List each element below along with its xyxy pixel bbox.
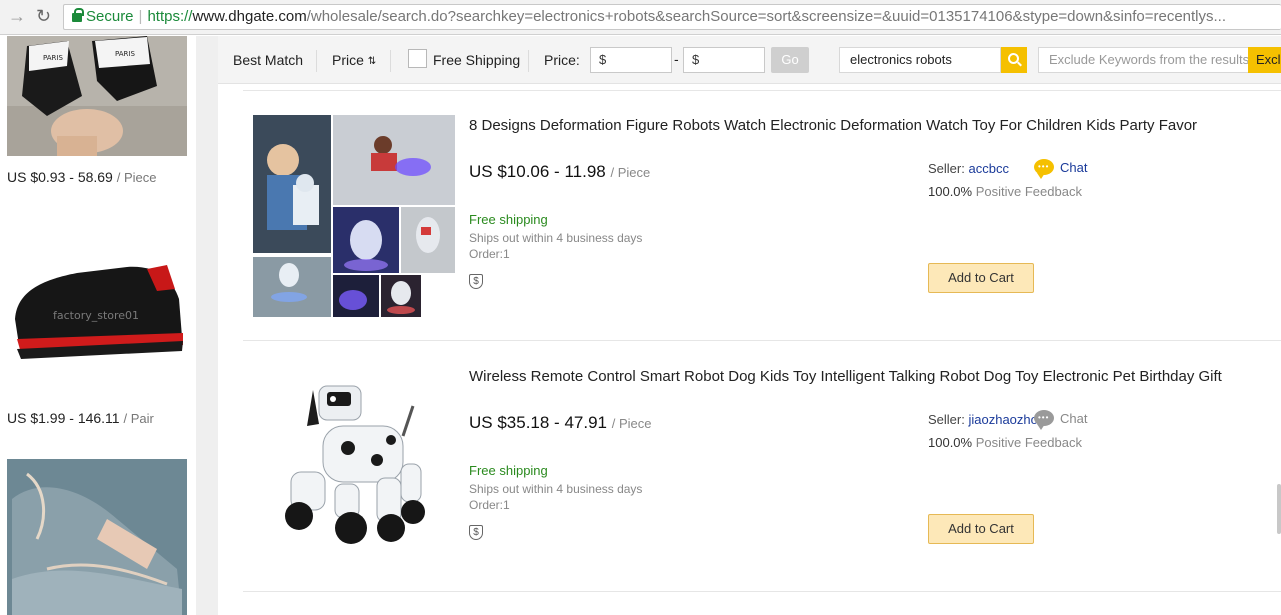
chat-dots: ••• (1038, 162, 1050, 171)
free-shipping-label: Free Shipping (433, 52, 521, 68)
result-divider (243, 90, 1281, 91)
search-button[interactable] (1001, 47, 1027, 73)
go-button[interactable]: Go (771, 47, 809, 73)
url-separator: | (138, 8, 143, 25)
price-min-input[interactable]: $ (590, 47, 672, 73)
seller-label: Seller: (928, 161, 965, 176)
exclude-keywords-input[interactable]: Exclude Keywords from the results (1038, 47, 1250, 73)
address-bar[interactable]: Secure | https://www.dhgate.com/wholesale/… (63, 4, 1281, 30)
search-icon-handle (1017, 61, 1022, 67)
ships-out-text: Ships out within 4 business days (469, 482, 643, 496)
image-text: PARIS (43, 54, 63, 62)
sort-toggle-icon: ⇅ (367, 56, 377, 67)
image-text: factory_store01 (53, 309, 139, 322)
product-image-grey-sneaker[interactable] (7, 459, 187, 615)
result-item: Wireless Remote Control Smart Robot Dog … (243, 366, 1281, 615)
feedback-label: Positive Feedback (975, 435, 1082, 450)
divider (390, 50, 391, 72)
sort-filter-bar: Best Match Price ⇅ Free Shipping Price: … (218, 36, 1281, 84)
forward-arrow-icon[interactable]: → (8, 6, 26, 27)
price-range: US $10.06 - 11.98 (469, 162, 606, 181)
reload-icon[interactable]: ↻ (36, 6, 51, 27)
price-range: US $35.18 - 47.91 (469, 413, 607, 432)
exclude-button[interactable]: Exclu (1248, 47, 1281, 73)
buyer-protection-icon: $ (469, 525, 483, 540)
search-input[interactable]: electronics robots (839, 47, 1001, 73)
divider (528, 50, 529, 72)
seller-feedback: 100.0% Positive Feedback (928, 435, 1082, 450)
secure-label: Secure (86, 8, 134, 25)
price-range: US $1.99 - 146.11 (7, 410, 120, 426)
result-divider (243, 591, 1281, 592)
price-unit: / Piece (610, 165, 651, 180)
price-unit: / Piece (116, 170, 157, 185)
product-price: US $1.99 - 146.11 / Pair (7, 410, 154, 426)
price-range-separator: - (674, 51, 679, 67)
product-title-link[interactable]: 8 Designs Deformation Figure Robots Watc… (469, 117, 1197, 134)
left-product-column: PARIS PARIS US $0.93 - 58.69 / Piece fac… (0, 36, 196, 615)
url-host: www.dhgate.com (192, 8, 307, 25)
add-to-cart-button[interactable]: Add to Cart (928, 514, 1034, 544)
product-thumbnail-collage[interactable] (253, 115, 455, 317)
result-item: 8 Designs Deformation Figure Robots Watc… (243, 115, 1281, 365)
seller-feedback: 100.0% Positive Feedback (928, 184, 1082, 199)
add-to-cart-button[interactable]: Add to Cart (928, 263, 1034, 293)
divider (316, 50, 317, 72)
product-image-slides[interactable]: PARIS PARIS (7, 36, 187, 156)
chat-label: Chat (1060, 160, 1088, 175)
product-price: US $10.06 - 11.98 / Piece (469, 162, 650, 182)
url-protocol: https:// (147, 8, 193, 25)
sort-best-match[interactable]: Best Match (233, 52, 303, 68)
feedback-label: Positive Feedback (975, 184, 1082, 199)
order-count: Order:1 (469, 498, 510, 512)
url-path: /wholesale/search.do?searchkey=electroni… (306, 8, 1227, 25)
browser-toolbar: → ↻ Secure | https://www.dhgate.com/wholes… (0, 0, 1281, 35)
free-shipping-text: Free shipping (469, 212, 548, 227)
chat-button[interactable]: ••• Chat (1034, 159, 1088, 179)
chat-button[interactable]: ••• Chat (1034, 410, 1088, 430)
lock-icon (72, 8, 84, 22)
price-unit: / Pair (123, 411, 154, 426)
chat-label: Chat (1060, 411, 1088, 426)
image-text: PARIS (115, 50, 135, 58)
sort-price[interactable]: Price ⇅ (332, 52, 376, 68)
ships-out-text: Ships out within 4 business days (469, 231, 643, 245)
price-filter-label: Price: (544, 52, 580, 68)
price-unit: / Piece (611, 416, 652, 431)
chat-bubble-icon: ••• (1034, 159, 1054, 179)
product-thumbnail-robot-dog[interactable] (253, 366, 455, 568)
page-scrollbar-thumb[interactable] (1277, 484, 1281, 534)
feedback-value: 100.0% (928, 435, 973, 450)
chat-dots: ••• (1038, 413, 1050, 422)
feedback-value: 100.0% (928, 184, 973, 199)
result-divider (243, 340, 1281, 341)
seller-label: Seller: (928, 412, 965, 427)
product-image-sneaker[interactable]: factory_store01 (7, 249, 187, 369)
chat-bubble-icon: ••• (1034, 410, 1054, 430)
product-title-link[interactable]: Wireless Remote Control Smart Robot Dog … (469, 368, 1222, 385)
free-shipping-checkbox[interactable] (408, 49, 427, 68)
product-price: US $0.93 - 58.69 / Piece (7, 169, 157, 185)
product-price: US $35.18 - 47.91 / Piece (469, 413, 651, 433)
free-shipping-text: Free shipping (469, 463, 548, 478)
buyer-protection-icon: $ (469, 274, 483, 289)
price-range: US $0.93 - 58.69 (7, 169, 113, 185)
seller-info: Seller: jiaozhaozhou (928, 412, 1045, 427)
price-max-input[interactable]: $ (683, 47, 765, 73)
seller-name-link[interactable]: accbcc (968, 161, 1008, 176)
scroll-gutter (196, 36, 218, 615)
sort-price-label: Price (332, 52, 364, 68)
order-count: Order:1 (469, 247, 510, 261)
seller-info: Seller: accbcc (928, 161, 1009, 176)
